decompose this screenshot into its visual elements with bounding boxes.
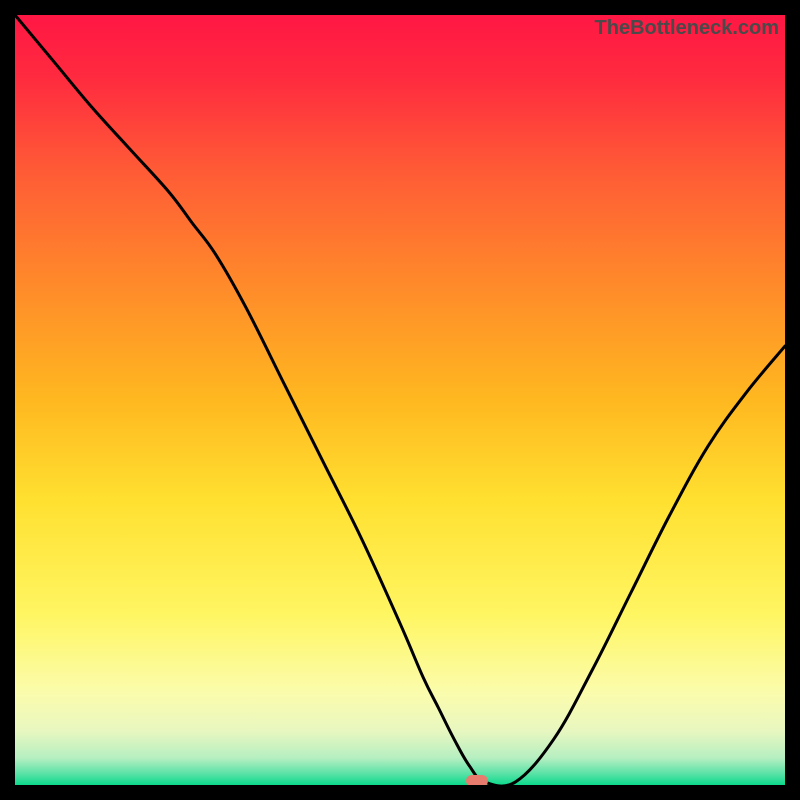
plot-area: TheBottleneck.com: [15, 15, 785, 785]
chart-frame: TheBottleneck.com: [0, 0, 800, 800]
curve-layer: [15, 15, 785, 785]
optimal-marker: [466, 775, 488, 785]
watermark-text: TheBottleneck.com: [595, 17, 779, 40]
bottleneck-curve: [15, 15, 785, 785]
